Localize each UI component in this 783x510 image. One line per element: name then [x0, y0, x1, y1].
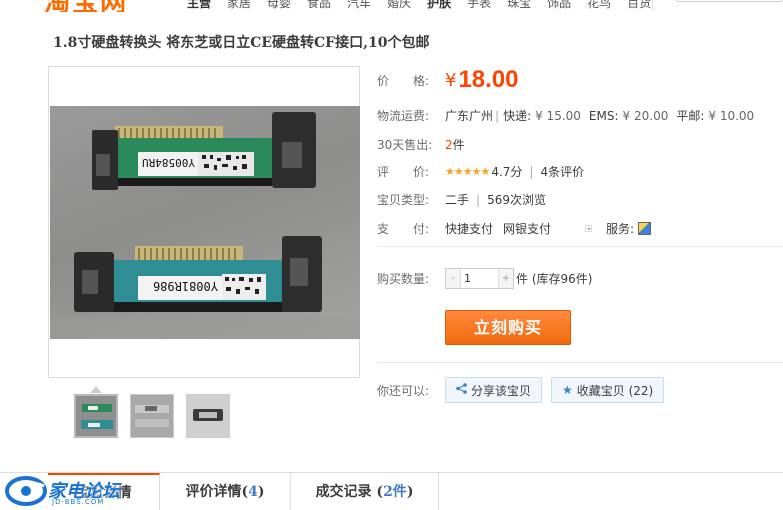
nav-item[interactable]: 护肤	[427, 0, 451, 11]
shipping-label: 物流运费:	[377, 109, 430, 123]
also-label: 你还可以:	[377, 383, 430, 398]
actions-row: 你还可以: 分享该宝贝 ★ 收藏宝贝 (22)	[377, 377, 673, 403]
tab-reviews[interactable]: 评价详情(4)	[160, 473, 291, 510]
tab-label: 成交记录	[315, 484, 372, 500]
category-nav: 主营 家居 母婴 食品 汽车 婚庆 护肤 手表 珠宝 饰品 花鸟 百货	[187, 0, 667, 11]
product-photo: Y00584RU Y0081R986	[50, 106, 360, 339]
divider: |	[476, 192, 481, 207]
nav-item[interactable]: 婚庆	[387, 0, 411, 11]
quantity-label: 购买数量:	[377, 272, 430, 286]
product-title: 1.8寸硬盘转换头 将东芝或日立CE硬盘转CF接口,10个包邮	[53, 35, 430, 51]
site-logo[interactable]: 淘宝网	[44, 0, 164, 12]
rating-score: 4.7分	[491, 165, 523, 179]
tab-transactions[interactable]: 成交记录 (2件)	[291, 473, 439, 510]
sales-count: 2	[445, 137, 453, 152]
payment-row: 支 付: 快捷支付 网银支付 服务:	[377, 220, 652, 237]
thumbnail-3[interactable]	[186, 394, 230, 438]
divider: |	[529, 164, 534, 179]
payment-label: 支 付:	[377, 222, 430, 236]
thumbnail-2[interactable]	[130, 394, 174, 438]
nav-item[interactable]: 家居	[227, 0, 251, 11]
main-product-image[interactable]: Y00584RU Y0081R986	[48, 66, 360, 378]
forum-watermark: 家电论坛 JD-BBS.COM	[4, 472, 134, 510]
ems-price: ¥ 20.00	[622, 108, 669, 123]
thumbnail-1[interactable]	[74, 394, 118, 438]
nav-item[interactable]: 主营	[187, 0, 211, 11]
stock-text: 件 (库存96件)	[516, 272, 593, 286]
mail-price: ¥ 10.00	[708, 108, 755, 123]
increase-button[interactable]: +	[499, 269, 513, 288]
view-count: 569次浏览	[487, 193, 546, 207]
express-price: ¥ 15.00	[535, 108, 581, 123]
nav-item[interactable]: 百货	[627, 0, 651, 11]
rating-stars-icon: ★★★★★	[445, 165, 490, 178]
nav-item[interactable]: 食品	[307, 0, 331, 11]
thumb-image	[187, 395, 229, 437]
nav-item[interactable]: 手表	[467, 0, 491, 11]
nav-item[interactable]: 花鸟	[587, 0, 611, 11]
thumb-image	[76, 396, 116, 436]
favorite-button-label: 收藏宝贝 (22)	[576, 383, 654, 398]
sales-row: 30天售出: 2 件	[377, 136, 465, 153]
tab-label: 评价详情	[185, 484, 242, 500]
shipping-row: 物流运费: 广东广州 | 快递: ¥ 15.00 EMS: ¥ 20.00 平邮…	[377, 107, 754, 124]
payment-method-quick: 快捷支付	[445, 222, 494, 236]
top-nav-bar: 淘宝网 主营 家居 母婴 食品 汽车 婚庆 护肤 手表 珠宝 饰品 花鸟 百货	[0, 0, 783, 12]
mail-label: 平邮:	[676, 109, 705, 123]
rating-row: 评 价: ★★★★★ 4.7分 | 4条评价	[377, 163, 584, 180]
thumb-indicator	[90, 386, 102, 393]
divider: |	[495, 108, 500, 123]
service-label: 服务:	[606, 222, 635, 236]
nav-item[interactable]: 母婴	[267, 0, 291, 11]
quantity-row: 购买数量: - 1 + 件 (库存96件)	[377, 268, 592, 289]
favorite-button[interactable]: ★ 收藏宝贝 (22)	[551, 377, 665, 403]
buy-now-button[interactable]: 立刻购买	[445, 310, 571, 345]
share-button[interactable]: 分享该宝贝	[445, 377, 543, 403]
nav-item[interactable]: 珠宝	[507, 0, 531, 11]
quantity-stepper: - 1 +	[445, 268, 514, 289]
payment-method-bank: 网银支付	[503, 222, 552, 236]
hdd-adapter-photo: Y00584RU Y0081R986	[50, 112, 360, 339]
thumbnail-list	[74, 394, 230, 438]
label-text-bottom: Y0081R986	[153, 279, 218, 293]
sales-unit: 件	[452, 138, 465, 152]
sales-label: 30天售出:	[377, 138, 433, 152]
express-label: 快递:	[503, 109, 532, 123]
quantity-input[interactable]: 1	[460, 269, 499, 288]
type-value: 二手	[445, 193, 470, 207]
watermark-logo-icon	[5, 476, 47, 506]
nav-item[interactable]: 饰品	[547, 0, 571, 11]
label-text-top: Y00584RU	[142, 156, 195, 169]
watermark-subtext: JD-BBS.COM	[52, 498, 105, 506]
divider-line	[377, 246, 783, 247]
service-guarantee-icon[interactable]	[638, 222, 652, 235]
dropdown-arrow-icon[interactable]	[585, 225, 593, 232]
price-value: 18.00	[458, 66, 519, 93]
decrease-button[interactable]: -	[446, 269, 460, 288]
share-icon	[456, 383, 467, 397]
tab-count: 4	[248, 484, 258, 500]
type-row: 宝贝类型: 二手 | 569次浏览	[377, 191, 546, 208]
tab-count: 2件	[383, 484, 407, 500]
rating-label: 评 价:	[377, 165, 430, 179]
shipping-origin[interactable]: 广东广州	[445, 107, 493, 124]
search-input[interactable]	[676, 0, 783, 2]
star-icon: ★	[562, 383, 573, 397]
type-label: 宝贝类型:	[377, 193, 430, 207]
nav-divider	[652, 0, 653, 10]
price-row: 价 格: ¥ 18.00	[377, 66, 519, 94]
price-label: 价 格:	[377, 73, 430, 88]
ems-label: EMS:	[588, 108, 619, 123]
currency-symbol: ¥	[445, 69, 457, 91]
share-button-label: 分享该宝贝	[471, 383, 532, 398]
nav-item[interactable]: 汽车	[347, 0, 371, 11]
divider-line	[377, 362, 783, 363]
thumb-image	[131, 395, 173, 437]
review-count-link[interactable]: 4条评价	[540, 163, 584, 180]
